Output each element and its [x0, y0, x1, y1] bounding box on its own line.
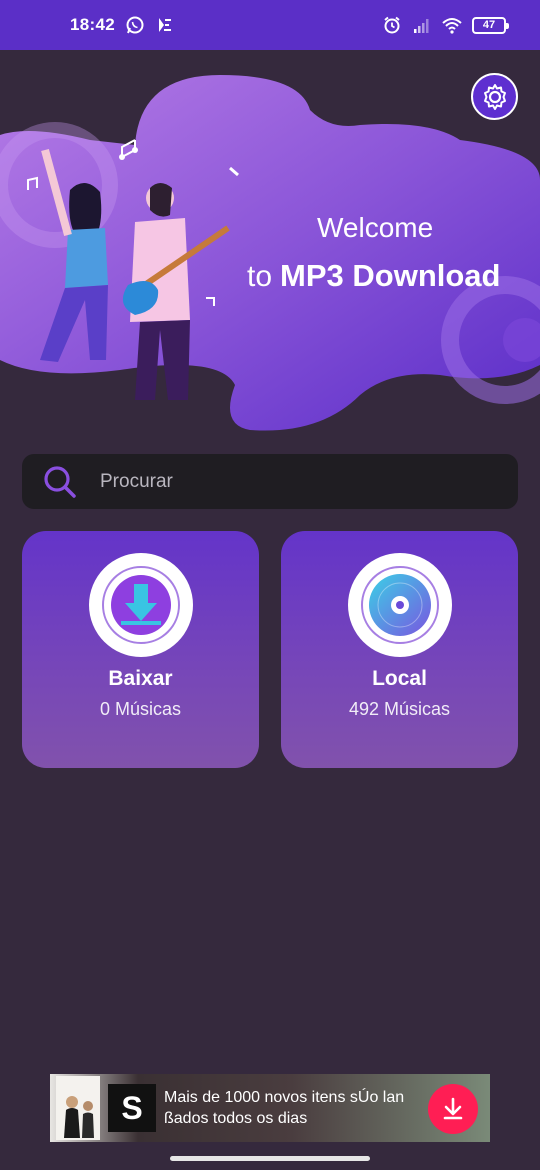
wifi-icon [442, 18, 462, 34]
welcome-to: to [247, 260, 273, 293]
battery-indicator: 47 [472, 16, 509, 34]
app-notification-icon [158, 18, 171, 32]
home-indicator[interactable] [170, 1156, 370, 1161]
search-bar[interactable] [22, 454, 518, 509]
download-icon [101, 566, 180, 644]
settings-button[interactable] [471, 73, 518, 120]
ad-image [56, 1076, 100, 1140]
status-bar: 18:42 47 [0, 0, 540, 50]
local-card-title: Local [372, 667, 427, 690]
download-card-title: Baixar [108, 667, 173, 690]
welcome-subheading: to MP3 Download [247, 258, 500, 294]
welcome-banner [0, 75, 540, 431]
signal-icon [414, 19, 429, 33]
download-card[interactable]: Baixar 0 Músicas [22, 531, 259, 768]
app-name: MP3 Download [280, 258, 501, 293]
status-time: 18:42 [70, 15, 115, 34]
ad-logo: S [108, 1084, 156, 1132]
ad-thumbnail [56, 1076, 100, 1140]
status-left: 18:42 [70, 15, 175, 35]
local-badge [347, 553, 452, 657]
welcome-heading: Welcome [317, 212, 434, 243]
status-right: 47 [382, 15, 509, 35]
alarm-icon [384, 16, 400, 34]
local-card-count: 492 Músicas [348, 699, 451, 719]
search-input[interactable] [100, 470, 460, 493]
local-card[interactable]: Local 492 Músicas [281, 531, 518, 768]
whatsapp-icon [126, 16, 144, 34]
ad-text: Mais de 1000 novos itens sÚo lan ßados t… [164, 1089, 405, 1127]
disc-icon [360, 566, 439, 644]
ad-banner[interactable]: S Mais de 1000 novos itens sÚo lan ßados… [50, 1074, 490, 1142]
download-badge [88, 553, 193, 657]
gear-icon [483, 83, 506, 110]
ad-download-button[interactable] [428, 1084, 478, 1134]
search-icon [44, 465, 76, 498]
download-arrow-icon [443, 1097, 463, 1120]
download-card-count: 0 Músicas [99, 699, 182, 719]
